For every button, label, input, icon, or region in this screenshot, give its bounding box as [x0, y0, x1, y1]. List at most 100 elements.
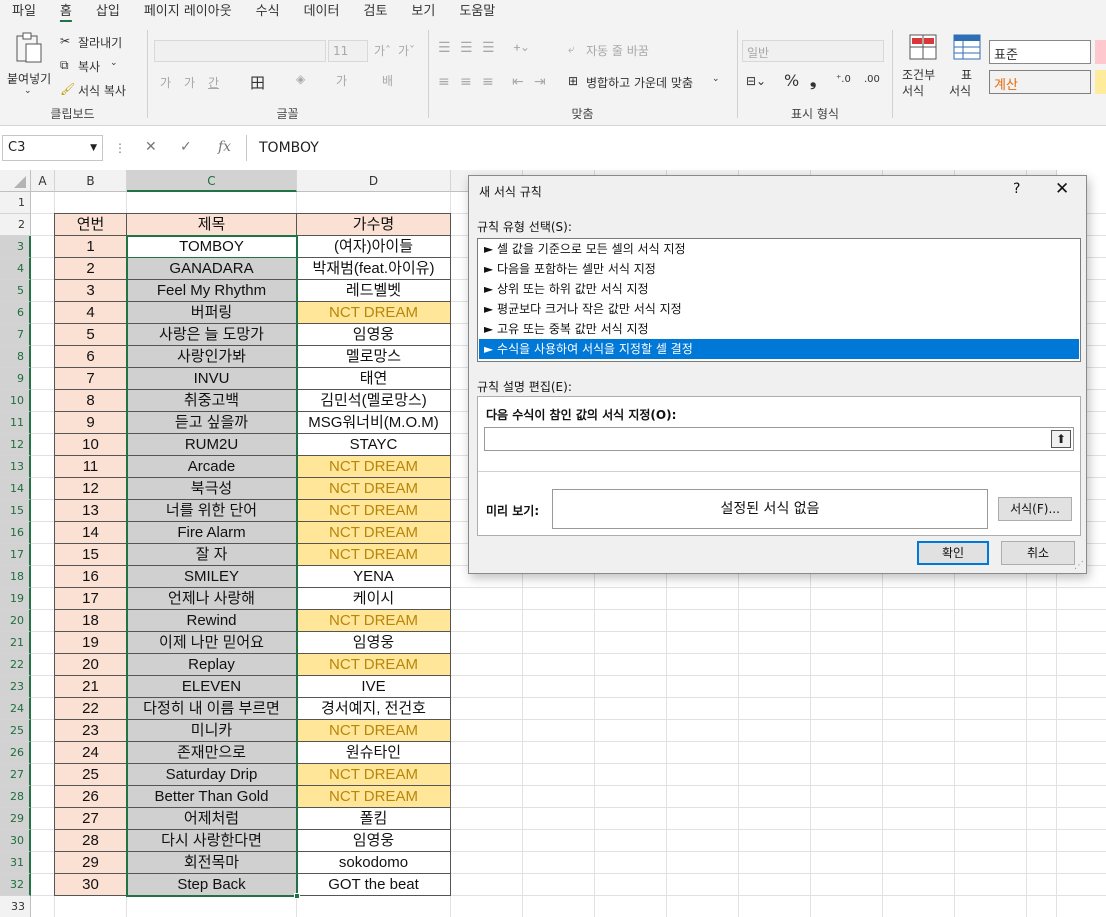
rule-type-item[interactable]: ► 고유 또는 중복 값만 서식 지정 — [479, 319, 1079, 339]
chevron-down-icon[interactable]: ▼ — [90, 136, 97, 160]
artist-cell[interactable]: 임영웅 — [297, 324, 451, 346]
title-cell[interactable]: 이제 나만 믿어요 — [127, 632, 297, 654]
title-cell[interactable]: Step Back — [127, 874, 297, 896]
number-cell[interactable]: 23 — [55, 720, 127, 742]
menu-item[interactable]: 홈 — [48, 0, 84, 24]
close-button[interactable]: ✕ — [1055, 179, 1069, 199]
number-cell[interactable]: 18 — [55, 610, 127, 632]
number-cell[interactable]: 20 — [55, 654, 127, 676]
number-format-select[interactable]: 일반 — [742, 40, 884, 62]
artist-cell[interactable]: NCT DREAM — [297, 764, 451, 786]
title-cell[interactable]: 사랑인가봐 — [127, 346, 297, 368]
formula-input[interactable]: TOMBOY — [246, 135, 1104, 161]
align-right-icon[interactable]: ≡ — [482, 74, 494, 90]
title-cell[interactable]: RUM2U — [127, 434, 297, 456]
align-left-icon[interactable]: ≡ — [438, 74, 450, 90]
number-cell[interactable]: 14 — [55, 522, 127, 544]
row-header[interactable]: 31 — [0, 852, 31, 874]
title-cell[interactable]: ELEVEN — [127, 676, 297, 698]
align-bottom-icon[interactable]: ☰ — [482, 40, 495, 56]
title-cell[interactable]: Replay — [127, 654, 297, 676]
number-cell[interactable]: 28 — [55, 830, 127, 852]
title-cell[interactable]: Saturday Drip — [127, 764, 297, 786]
chevron-down-icon[interactable]: ⌄ — [712, 74, 720, 84]
artist-header[interactable]: 가수명 — [297, 214, 451, 236]
insert-function-icon[interactable]: fx — [218, 139, 231, 155]
number-cell[interactable]: 27 — [55, 808, 127, 830]
wrap-text-icon[interactable]: ⤶ — [568, 42, 575, 57]
title-cell[interactable]: 취중고백 — [127, 390, 297, 412]
row-header[interactable]: 28 — [0, 786, 31, 808]
style-bad[interactable] — [1095, 40, 1106, 64]
font-name-select[interactable] — [154, 40, 326, 62]
conditional-formatting-button[interactable]: 조건부 서식 — [899, 34, 947, 104]
artist-cell[interactable]: sokodomo — [297, 852, 451, 874]
artist-cell[interactable]: NCT DREAM — [297, 522, 451, 544]
ok-button[interactable]: 확인 — [917, 541, 989, 565]
artist-cell[interactable]: NCT DREAM — [297, 720, 451, 742]
title-cell[interactable]: 언제나 사랑해 — [127, 588, 297, 610]
title-cell[interactable]: 회전목마 — [127, 852, 297, 874]
title-cell[interactable]: 어제처럼 — [127, 808, 297, 830]
number-cell[interactable]: 30 — [55, 874, 127, 896]
name-box[interactable]: C3 ▼ — [2, 135, 103, 161]
row-header[interactable]: 18 — [0, 566, 31, 588]
artist-cell[interactable]: 원슈타인 — [297, 742, 451, 764]
number-cell[interactable]: 9 — [55, 412, 127, 434]
align-center-icon[interactable]: ≡ — [460, 74, 472, 90]
row-header[interactable]: 9 — [0, 368, 31, 390]
number-cell[interactable]: 12 — [55, 478, 127, 500]
paste-button[interactable]: 붙여넣기 ⌄ — [4, 32, 54, 102]
bold-icon[interactable]: 가 — [160, 74, 171, 91]
decrease-indent-icon[interactable]: ⇤ — [512, 74, 524, 90]
number-cell[interactable]: 21 — [55, 676, 127, 698]
row-header[interactable]: 5 — [0, 280, 31, 302]
title-cell[interactable]: 다시 사랑한다면 — [127, 830, 297, 852]
column-header[interactable]: C — [127, 170, 297, 192]
format-painter-button[interactable]: 🖌 서식 복사 — [60, 82, 140, 100]
row-header[interactable]: 33 — [0, 896, 31, 917]
artist-cell[interactable]: 박재범(feat.아이유) — [297, 258, 451, 280]
number-cell[interactable]: 5 — [55, 324, 127, 346]
font-size-select[interactable]: 11 — [328, 40, 368, 62]
menu-item[interactable]: 도움말 — [447, 0, 507, 24]
merge-center-button[interactable]: 병합하고 가운데 맞춤 — [586, 74, 693, 91]
title-cell[interactable]: Feel My Rhythm — [127, 280, 297, 302]
phonetic-icon[interactable]: 배 — [382, 72, 393, 89]
row-header[interactable]: 8 — [0, 346, 31, 368]
row-header[interactable]: 14 — [0, 478, 31, 500]
row-header[interactable]: 17 — [0, 544, 31, 566]
align-middle-icon[interactable]: ☰ — [460, 40, 473, 56]
artist-cell[interactable]: 임영웅 — [297, 830, 451, 852]
resize-grip-icon[interactable]: ⋰ — [1074, 560, 1084, 571]
border-icon[interactable]: 田 — [250, 72, 265, 93]
title-cell[interactable]: 미니카 — [127, 720, 297, 742]
number-cell[interactable]: 7 — [55, 368, 127, 390]
column-header[interactable]: B — [55, 170, 127, 192]
artist-cell[interactable]: NCT DREAM — [297, 456, 451, 478]
help-button[interactable]: ? — [1013, 181, 1020, 197]
row-header[interactable]: 22 — [0, 654, 31, 676]
row-header[interactable]: 4 — [0, 258, 31, 280]
menu-item[interactable]: 보기 — [399, 0, 447, 24]
row-header[interactable]: 7 — [0, 324, 31, 346]
title-cell[interactable]: Arcade — [127, 456, 297, 478]
title-cell[interactable]: 다정히 내 이름 부르면 — [127, 698, 297, 720]
row-header[interactable]: 27 — [0, 764, 31, 786]
align-top-icon[interactable]: ☰ — [438, 40, 451, 56]
cancel-icon[interactable]: ✕ — [145, 139, 157, 155]
number-cell[interactable]: 13 — [55, 500, 127, 522]
title-cell[interactable]: 사랑은 늘 도망가 — [127, 324, 297, 346]
comma-icon[interactable]: ❟ — [810, 71, 816, 91]
row-header[interactable]: 23 — [0, 676, 31, 698]
increase-indent-icon[interactable]: ⇥ — [534, 74, 546, 90]
menu-item[interactable]: 데이터 — [292, 0, 352, 24]
number-cell[interactable]: 24 — [55, 742, 127, 764]
menu-item[interactable]: 수식 — [244, 0, 292, 24]
artist-cell[interactable]: NCT DREAM — [297, 786, 451, 808]
select-all-corner[interactable] — [0, 170, 31, 192]
merge-center-icon[interactable]: ⊞ — [568, 74, 578, 88]
title-cell[interactable]: SMILEY — [127, 566, 297, 588]
title-cell[interactable]: Rewind — [127, 610, 297, 632]
copy-button[interactable]: ⧉ 복사 ⌄ — [60, 58, 140, 76]
